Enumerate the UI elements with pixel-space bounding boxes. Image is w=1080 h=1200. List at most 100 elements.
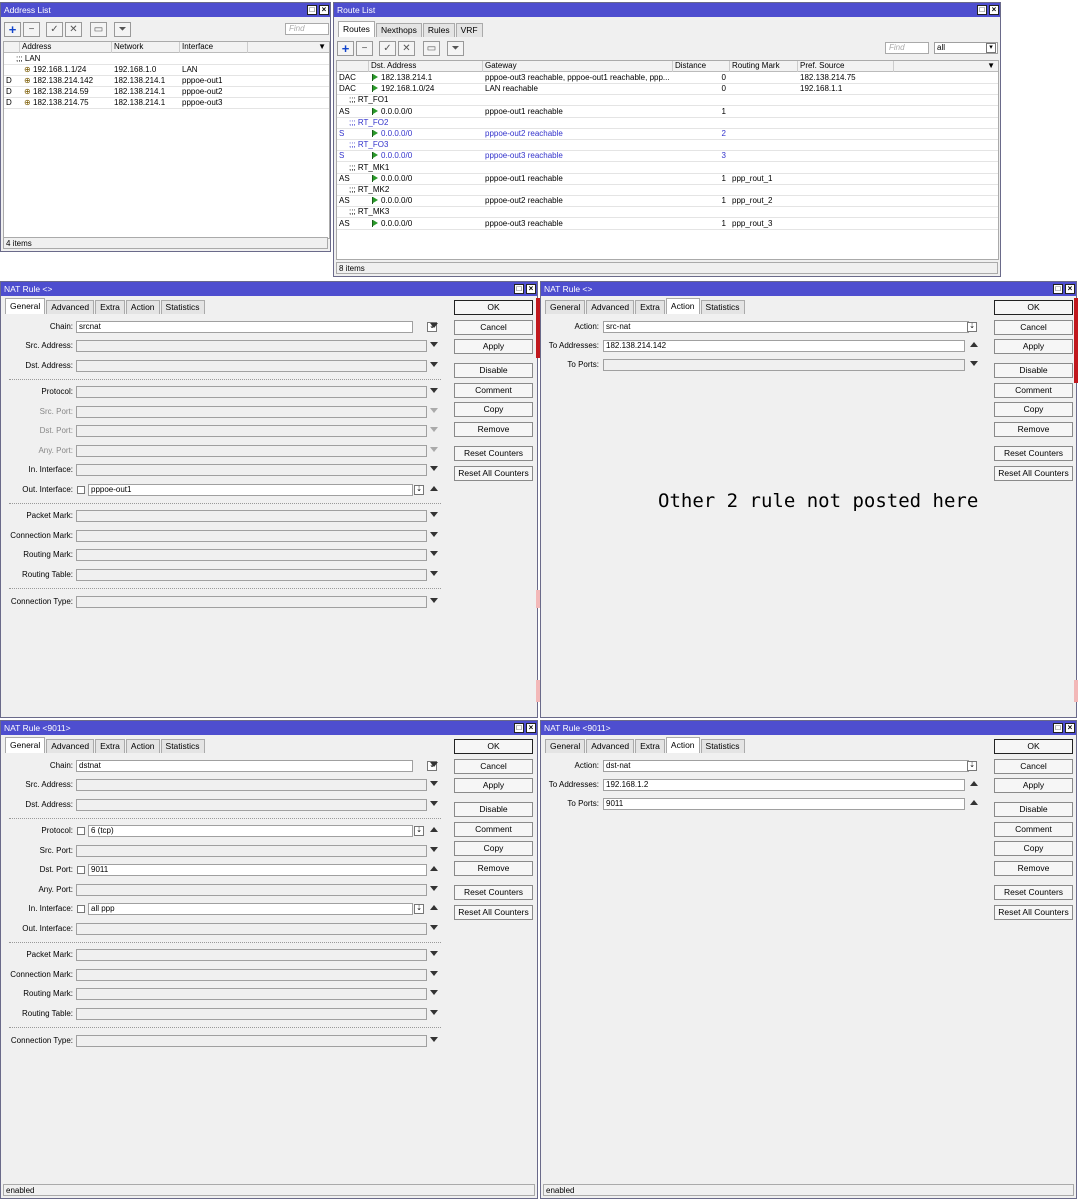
close-icon[interactable]: × <box>1065 723 1075 733</box>
tab-advanced[interactable]: Advanced <box>586 739 635 753</box>
connection-mark-input[interactable] <box>76 530 427 542</box>
table-row[interactable]: ⊕ 192.168.1.1/24 192.168.1.0 LAN <box>4 65 329 76</box>
table-row[interactable]: AS 0.0.0.0/0 pppoe-out3 reachable 1 ppp_rout… <box>337 219 998 230</box>
dst-port-input[interactable]: 9011 <box>88 864 427 876</box>
dropdown-arrow-icon[interactable] <box>430 447 438 452</box>
comment-button[interactable]: Comment <box>454 822 533 837</box>
dropdown-arrow-icon[interactable] <box>430 512 438 517</box>
apply-button[interactable]: Apply <box>454 339 533 354</box>
comment-row[interactable]: ;;; RT_FO1 <box>337 95 998 107</box>
table-row[interactable]: S 0.0.0.0/0 pppoe-out3 reachable 3 <box>337 151 998 163</box>
tab-general[interactable]: General <box>545 300 586 314</box>
close-icon[interactable]: × <box>526 723 536 733</box>
dropdown-arrow-icon[interactable] <box>430 925 438 930</box>
column-header[interactable]: Routing Mark <box>730 61 798 72</box>
dropdown-arrow-icon[interactable] <box>430 847 438 852</box>
chain-input[interactable]: srcnat <box>76 321 413 333</box>
column-header[interactable]: Interface <box>180 42 248 53</box>
table-row[interactable]: DAC 182.138.214.1 pppoe-out3 reachable, pp… <box>337 73 998 84</box>
cancel-button[interactable]: Cancel <box>454 759 533 774</box>
table-row[interactable]: S 0.0.0.0/0 pppoe-out2 reachable 2 <box>337 129 998 140</box>
any-port-input[interactable] <box>76 445 427 457</box>
apply-button[interactable]: Apply <box>994 339 1073 354</box>
maximize-icon[interactable]: □ <box>514 284 524 294</box>
to-ports-input[interactable]: 9011 <box>603 798 965 810</box>
collapse-arrow-icon[interactable] <box>430 486 438 491</box>
dropdown-arrow-icon[interactable] <box>430 801 438 806</box>
packet-mark-input[interactable] <box>76 949 427 961</box>
tab-action[interactable]: Action <box>125 739 160 753</box>
protocol-input[interactable]: 6 (tcp) <box>88 825 413 837</box>
dropdown-arrow-icon[interactable] <box>430 323 438 328</box>
dropdown-select-icon[interactable]: ⇣ <box>414 904 424 914</box>
to-addresses-input[interactable]: 182.138.214.142 <box>603 340 965 352</box>
remove-button[interactable]: Remove <box>454 422 533 437</box>
dropdown-arrow-icon[interactable] <box>430 762 438 767</box>
column-menu-icon[interactable]: ▼ <box>248 42 329 53</box>
tab-general[interactable]: General <box>5 737 46 753</box>
close-icon[interactable]: × <box>526 284 536 294</box>
cancel-button[interactable]: Cancel <box>454 320 533 335</box>
cancel-button[interactable]: Cancel <box>994 320 1073 335</box>
table-row[interactable]: AS 0.0.0.0/0 pppoe-out1 reachable 1 ppp_rout… <box>337 174 998 185</box>
comment-button[interactable]: Comment <box>454 383 533 398</box>
column-header[interactable]: Address <box>20 42 112 53</box>
table-row[interactable]: DAC 192.168.1.0/24 LAN reachable 0 192.168.1… <box>337 84 998 96</box>
dst-address-input[interactable] <box>76 799 427 811</box>
enable-button[interactable]: ✓ <box>46 22 63 37</box>
ok-button[interactable]: OK <box>994 300 1073 315</box>
maximize-icon[interactable]: □ <box>514 723 524 733</box>
copy-button[interactable]: Copy <box>994 841 1073 856</box>
dropdown-arrow-icon[interactable] <box>430 427 438 432</box>
filter-button[interactable]: ⏷ <box>114 22 131 37</box>
ok-button[interactable]: OK <box>994 739 1073 754</box>
routing-mark-input[interactable] <box>76 988 427 1000</box>
apply-button[interactable]: Apply <box>994 778 1073 793</box>
nat-rule-titlebar[interactable]: NAT Rule <> □ × <box>1 282 537 296</box>
comment-button[interactable]: ▭ <box>423 41 440 56</box>
protocol-input[interactable] <box>76 386 427 398</box>
close-icon[interactable]: × <box>989 5 999 15</box>
maximize-icon[interactable]: □ <box>1053 723 1063 733</box>
tab-nexthops[interactable]: Nexthops <box>375 23 422 37</box>
nat-rule-titlebar[interactable]: NAT Rule <9011> □ × <box>1 721 537 735</box>
dropdown-arrow-icon[interactable] <box>430 571 438 576</box>
tab-rules[interactable]: Rules <box>422 23 455 37</box>
dropdown-arrow-icon[interactable] <box>430 362 438 367</box>
comment-row[interactable]: ;;; LAN <box>4 54 329 65</box>
to-addresses-input[interactable]: 192.168.1.2 <box>603 779 965 791</box>
dropdown-arrow-icon[interactable] <box>430 971 438 976</box>
collapse-arrow-icon[interactable] <box>430 905 438 910</box>
comment-button[interactable]: ▭ <box>90 22 107 37</box>
tab-vrf[interactable]: VRF <box>455 23 483 37</box>
dropdown-arrow-icon[interactable] <box>430 551 438 556</box>
dropdown-arrow-icon[interactable] <box>430 466 438 471</box>
tab-statistics[interactable]: Statistics <box>160 300 205 314</box>
dropdown-arrow-icon[interactable] <box>430 532 438 537</box>
action-dropdown-icon[interactable]: ⇣ <box>967 322 977 332</box>
apply-button[interactable]: Apply <box>454 778 533 793</box>
tab-extra[interactable]: Extra <box>635 739 665 753</box>
find-input[interactable]: Find <box>885 42 929 54</box>
reset-counters-button[interactable]: Reset Counters <box>454 446 533 461</box>
dst-port-input[interactable] <box>76 425 427 437</box>
table-row[interactable]: D ⊕ 182.138.214.59 182.138.214.1 pppoe-o… <box>4 87 329 98</box>
copy-button[interactable]: Copy <box>994 402 1073 417</box>
collapse-arrow-icon[interactable] <box>430 827 438 832</box>
table-row[interactable]: AS 0.0.0.0/0 pppoe-out1 reachable 1 <box>337 107 998 118</box>
tab-extra[interactable]: Extra <box>95 300 125 314</box>
maximize-icon[interactable]: □ <box>307 5 317 15</box>
tab-general[interactable]: General <box>545 739 586 753</box>
reset-all-counters-button[interactable]: Reset All Counters <box>454 905 533 920</box>
comment-row[interactable]: ;;; RT_MK1 <box>337 163 998 174</box>
close-icon[interactable]: × <box>319 5 329 15</box>
tab-statistics[interactable]: Statistics <box>160 739 205 753</box>
column-header[interactable]: Gateway <box>483 61 673 72</box>
nat-rule-titlebar[interactable]: NAT Rule <9011> □ × <box>541 721 1076 735</box>
dropdown-arrow-icon[interactable] <box>430 1010 438 1015</box>
routing-mark-input[interactable] <box>76 549 427 561</box>
tab-extra[interactable]: Extra <box>95 739 125 753</box>
reset-all-counters-button[interactable]: Reset All Counters <box>994 466 1073 481</box>
comment-row[interactable]: ;;; RT_FO3 <box>337 140 998 152</box>
dropdown-arrow-icon[interactable] <box>430 408 438 413</box>
